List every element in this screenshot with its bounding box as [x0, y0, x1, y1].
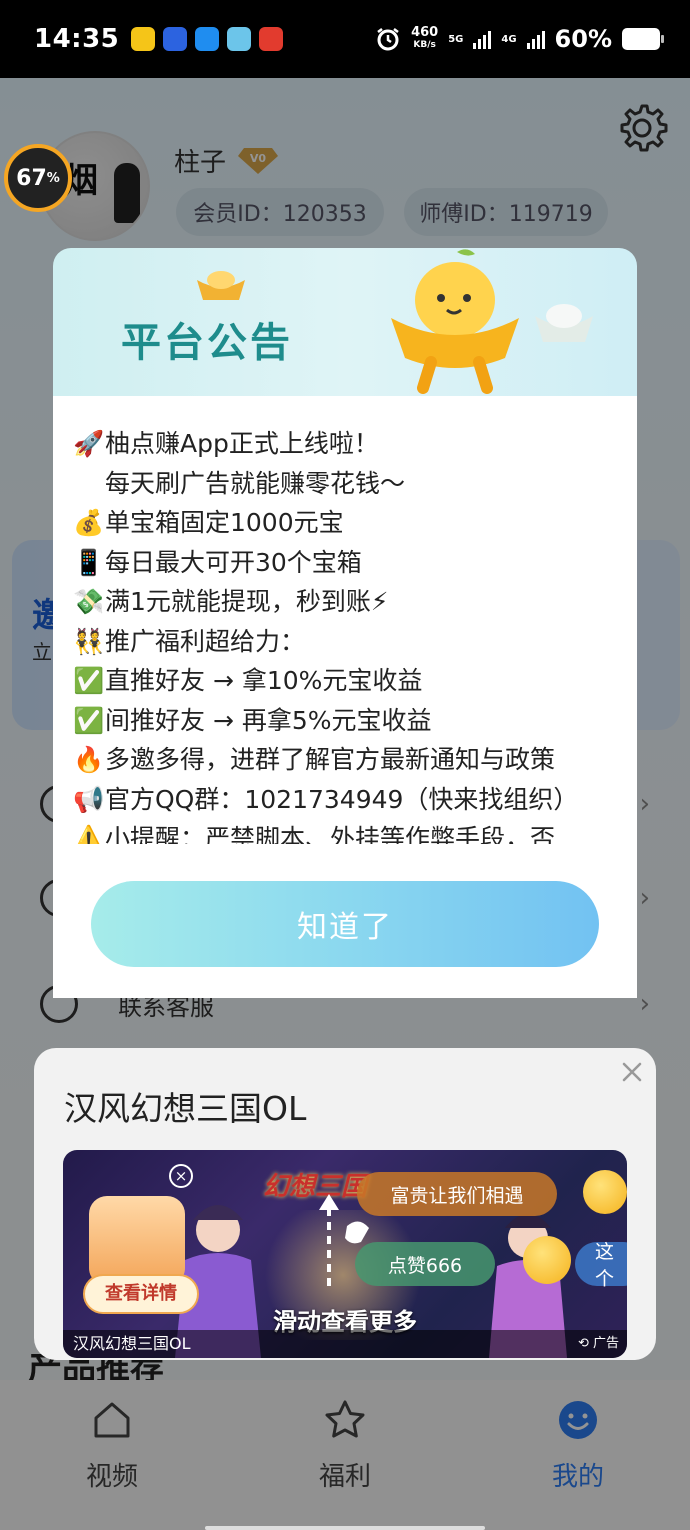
- gold-ingot-icon: [197, 271, 245, 300]
- ad-footer: 汉风幻想三国OL: [63, 1330, 627, 1358]
- comment-bubble: 这个: [575, 1241, 627, 1290]
- announcement-title: 平台公告: [121, 320, 293, 366]
- ad-title: 汉风幻想三国OL: [64, 1089, 307, 1128]
- announcement-line: ✅直推好友 → 拿10%元宝收益: [73, 661, 629, 701]
- home-indicator: [205, 1526, 485, 1530]
- megaphone-icon: 📢: [73, 784, 105, 814]
- announcement-line: 📱每日最大可开30个宝箱: [73, 543, 629, 583]
- money-bag-icon: 💰: [73, 508, 105, 537]
- announcement-line: 🚀柚点赚App正式上线啦！: [73, 424, 629, 464]
- announcement-line: 👯推广福利超给力：: [73, 622, 629, 662]
- browser-app-icon: [195, 27, 220, 51]
- check-mark-icon: ✅: [73, 666, 105, 695]
- gift-box-icon: [89, 1196, 185, 1286]
- announcement-line: ✅间推好友 → 再拿5%元宝收益: [73, 701, 629, 741]
- battery-icon: [622, 28, 664, 50]
- warning-icon: ⚠️: [73, 824, 105, 844]
- announcement-line: 🔥多邀多得，进群了解官方最新通知与政策: [73, 740, 629, 780]
- announcement-line: 每天刷广告就能赚零花钱～: [105, 468, 406, 498]
- comment-bubble: 富贵让我们相遇: [357, 1172, 557, 1216]
- ad-footer-name: 汉风幻想三国OL: [73, 1334, 191, 1353]
- citrus-mascot-icon: [391, 249, 519, 394]
- announcement-text[interactable]: 🚀柚点赚App正式上线啦！ 每天刷广告就能赚零花钱～ 💰单宝箱固定1000元宝 …: [73, 424, 629, 844]
- announcement-modal: 平台公告 🚀柚点赚App正式上线啦！ 每天刷广告就能赚零花钱～ 💰单宝箱固定10…: [53, 248, 637, 998]
- chat-app-icon: [227, 27, 252, 51]
- notification-icons: [131, 27, 284, 51]
- announcement-line: ⚠️小提醒：严禁脚本、外挂等作弊手段，否: [73, 819, 629, 844]
- news-app-icon: [259, 27, 284, 51]
- announcement-header: 平台公告: [53, 248, 637, 396]
- signal-5g-icon: [473, 29, 492, 49]
- alarm-icon: [377, 28, 399, 51]
- network-5g-label: 5G: [448, 33, 464, 45]
- status-bar: 14:35 460 KB/s 5G 4G 60%: [0, 0, 690, 78]
- network-4g-label: 4G: [501, 33, 517, 45]
- fire-icon: 🔥: [73, 745, 105, 774]
- status-time: 14:35: [34, 24, 120, 54]
- announcement-line: 💰单宝箱固定1000元宝: [73, 503, 629, 543]
- silver-ingot-icon: [535, 304, 593, 342]
- ad-banner[interactable]: 幻想三国 富贵让我们相遇 点赞666 这个 × 查看详情 滑动查看更多 汉风幻想…: [63, 1150, 627, 1358]
- announcement-line: 📢官方QQ群：1021734949（快来找组织）: [73, 780, 629, 820]
- swipe-up-hand-icon: [319, 1194, 369, 1286]
- floating-percent-badge[interactable]: 67%: [4, 144, 72, 212]
- got-it-button[interactable]: 知道了: [91, 881, 599, 967]
- check-mark-icon: ✅: [73, 705, 105, 735]
- close-icon[interactable]: [618, 1058, 646, 1086]
- signal-4g-icon: [526, 29, 545, 49]
- ad-card: 汉风幻想三国OL 幻想三国 富贵让我们相遇 点赞666 这个 × 查看详情 滑动…: [34, 1048, 656, 1360]
- network-speed: 460 KB/s: [411, 25, 439, 50]
- rocket-icon: 🚀: [73, 429, 105, 458]
- battery-percent: 60%: [554, 25, 612, 53]
- dancers-icon: 👯: [73, 626, 105, 656]
- laughing-emoji-icon: [583, 1170, 627, 1214]
- announcement-body: 🚀柚点赚App正式上线啦！ 每天刷广告就能赚零花钱～ 💰单宝箱固定1000元宝 …: [53, 396, 637, 998]
- announcement-line: 💸满1元就能提现，秒到账⚡: [73, 582, 629, 622]
- money-wings-icon: 💸: [73, 587, 105, 616]
- phone-icon: 📱: [73, 547, 105, 577]
- ad-label: ⟲ 广告: [577, 1336, 619, 1351]
- shield-app-icon: [163, 27, 188, 51]
- ad-dismiss-icon[interactable]: ×: [169, 1164, 193, 1188]
- sweat-emoji-icon: [523, 1236, 571, 1284]
- app-notification-icon: [131, 27, 156, 51]
